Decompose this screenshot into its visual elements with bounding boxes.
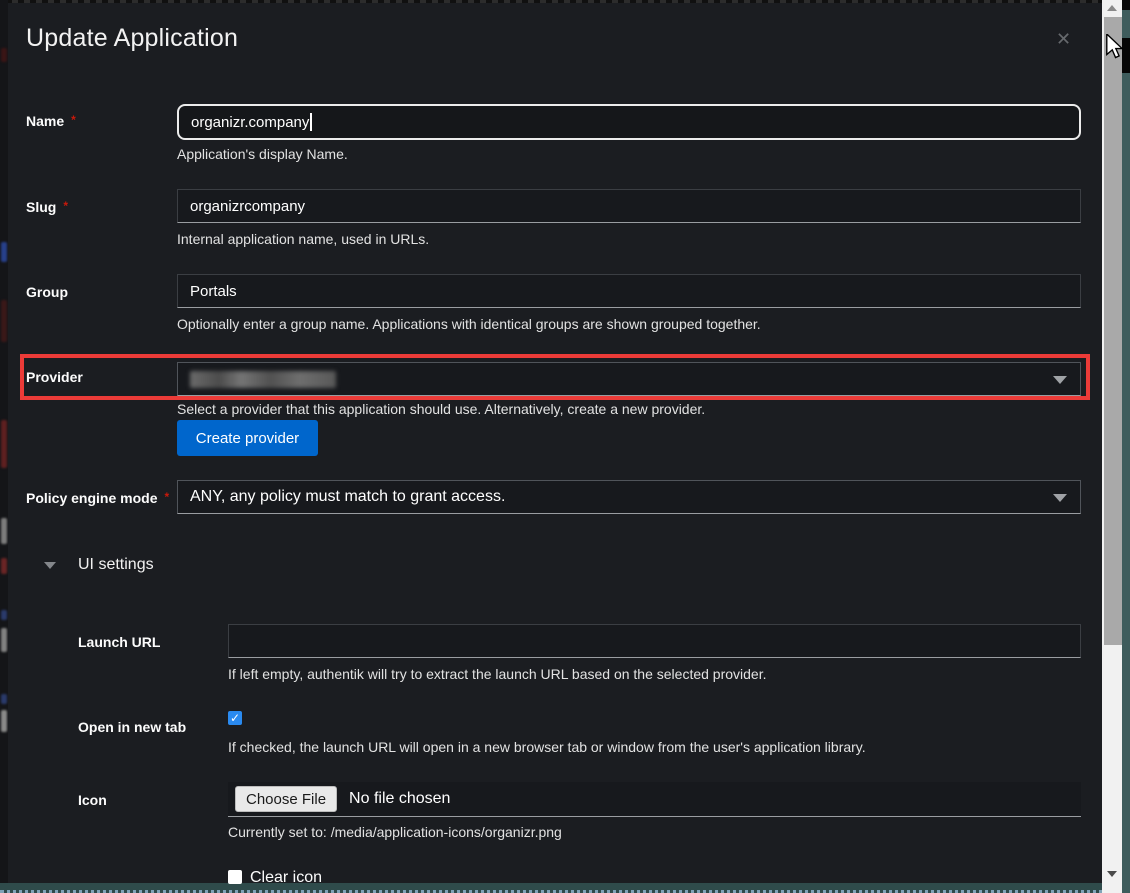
background-artifact	[1, 610, 7, 620]
background-artifact	[1, 558, 7, 574]
policy-engine-mode-select[interactable]: ANY, any policy must match to grant acce…	[177, 480, 1081, 514]
name-help-text: Application's display Name.	[177, 146, 348, 162]
background-artifact	[1, 710, 7, 732]
name-input[interactable]: organizr.company	[177, 104, 1081, 140]
scrollbar-thumb[interactable]	[1102, 17, 1122, 645]
group-label: Group	[26, 284, 68, 300]
required-asterisk: *	[63, 199, 68, 213]
provider-select[interactable]	[177, 362, 1081, 396]
ui-settings-group-toggle[interactable]: UI settings	[44, 556, 154, 574]
background-artifact	[1, 694, 7, 704]
scroll-up-button[interactable]	[1102, 0, 1122, 16]
provider-help-text: Select a provider that this application …	[177, 401, 705, 417]
background-artifact	[1, 300, 7, 342]
mouse-cursor-icon	[1106, 34, 1124, 65]
name-label: Name*	[26, 113, 76, 129]
icon-file-input[interactable]: Choose File No file chosen	[228, 782, 1081, 817]
slug-help-text: Internal application name, used in URLs.	[177, 231, 429, 247]
required-asterisk: *	[71, 113, 76, 127]
text-caret	[310, 113, 312, 131]
icon-label: Icon	[78, 792, 107, 808]
background-artifact	[1122, 0, 1130, 10]
open-in-new-tab-checkbox[interactable]: ✓	[228, 711, 242, 725]
close-icon[interactable]: ✕	[1056, 29, 1071, 50]
open-in-new-tab-label: Open in new tab	[78, 719, 186, 735]
background-page-sliver	[0, 0, 8, 893]
background-right-sliver	[1122, 0, 1130, 893]
background-artifact	[1, 242, 7, 262]
policy-engine-mode-value: ANY, any policy must match to grant acce…	[190, 488, 505, 506]
choose-file-button[interactable]: Choose File	[235, 786, 337, 812]
required-asterisk: *	[164, 490, 169, 504]
provider-label: Provider	[26, 369, 83, 385]
icon-help-text: Currently set to: /media/application-ico…	[228, 824, 562, 840]
chevron-down-icon	[44, 562, 56, 569]
background-artifact	[1, 420, 7, 468]
clear-icon-label: Clear icon	[250, 869, 322, 887]
file-status-text: No file chosen	[349, 790, 450, 808]
group-help-text: Optionally enter a group name. Applicati…	[177, 316, 761, 332]
open-in-new-tab-help-text: If checked, the launch URL will open in …	[228, 739, 866, 755]
launch-url-input[interactable]	[228, 624, 1081, 658]
scroll-down-button[interactable]	[1102, 866, 1122, 882]
check-icon: ✓	[230, 711, 240, 725]
policy-engine-mode-label: Policy engine mode*	[26, 490, 169, 506]
scroll-down-icon	[1107, 871, 1117, 877]
launch-url-label: Launch URL	[78, 634, 160, 650]
vertical-scrollbar[interactable]	[1102, 0, 1122, 893]
ui-settings-header: UI settings	[78, 556, 154, 574]
scroll-up-icon	[1107, 5, 1117, 11]
slug-label: Slug*	[26, 199, 68, 215]
chevron-down-icon	[1053, 376, 1067, 384]
screenshot-top-edge	[0, 0, 1130, 3]
group-input[interactable]	[177, 274, 1081, 308]
update-application-modal: Update Application ✕ Name* organizr.comp…	[0, 0, 1130, 893]
slug-input[interactable]	[177, 189, 1081, 223]
background-artifact	[1, 48, 7, 62]
clear-icon-checkbox[interactable]	[228, 870, 242, 884]
launch-url-help-text: If left empty, authentik will try to ext…	[228, 666, 767, 682]
background-artifact	[1, 628, 7, 652]
modal-title: Update Application	[26, 24, 238, 53]
screenshot-bottom-edge	[0, 883, 1122, 893]
create-provider-button[interactable]: Create provider	[177, 420, 318, 456]
redacted-provider-value	[190, 371, 336, 388]
background-artifact	[1, 518, 7, 544]
name-input-value: organizr.company	[191, 114, 309, 131]
chevron-down-icon	[1053, 494, 1067, 502]
